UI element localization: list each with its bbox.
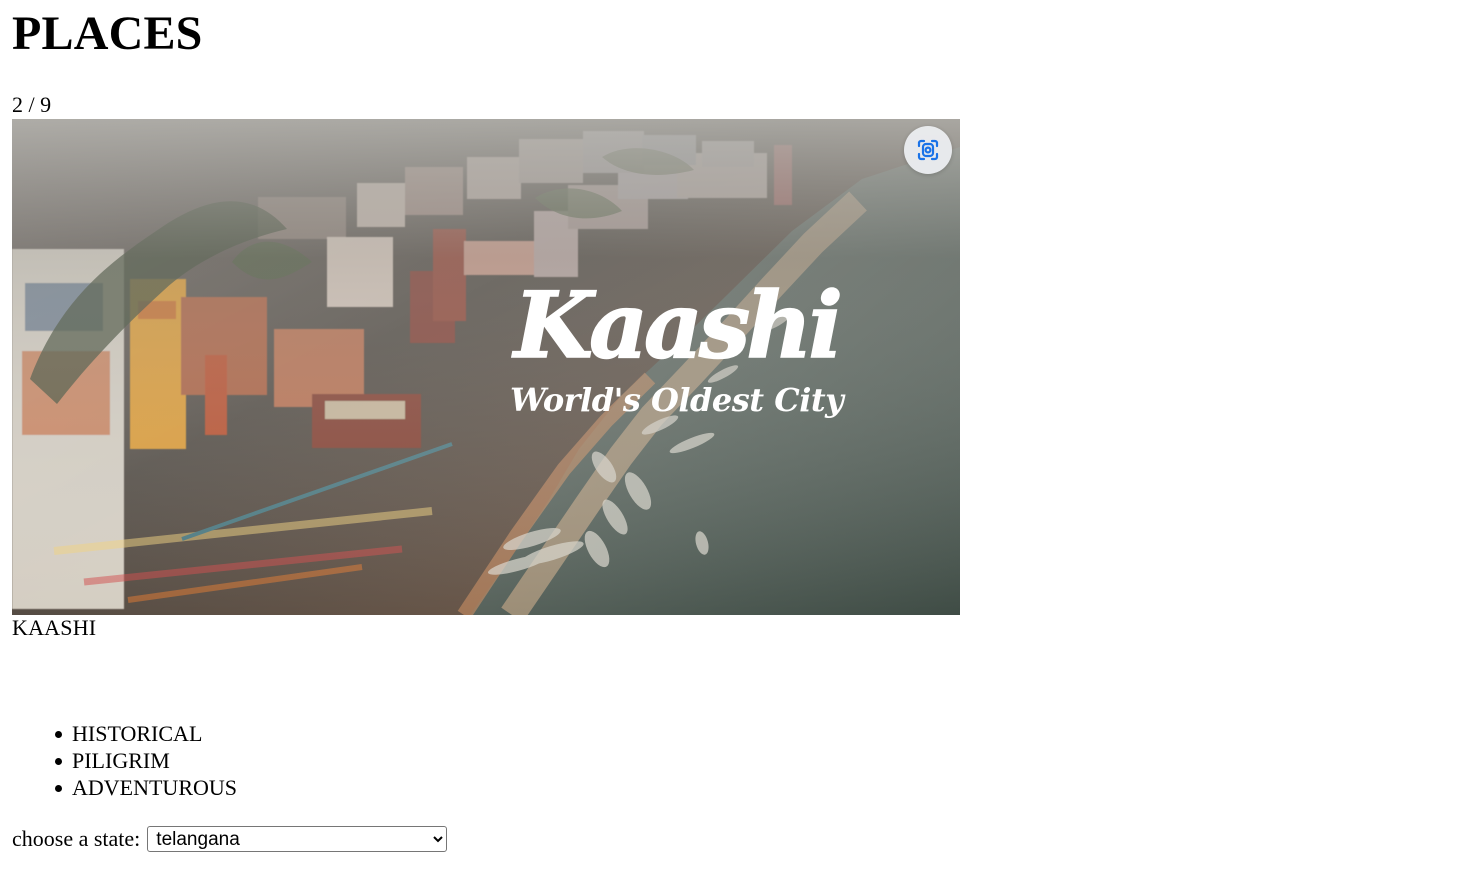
- lens-button[interactable]: [904, 126, 952, 174]
- places-page: PLACES 2 / 9 Kaashi World's Oldest City …: [0, 0, 1464, 890]
- place-image: Kaashi World's Oldest City: [12, 119, 960, 615]
- category-historical: HISTORICAL: [55, 720, 237, 747]
- state-select[interactable]: telangana: [147, 826, 448, 852]
- category-adventurous: ADVENTUROUS: [55, 775, 237, 800]
- place-name: KAASHI: [12, 615, 97, 640]
- state-label: choose a state:: [12, 826, 141, 851]
- state-selector-row: choose a state: telangana: [12, 826, 448, 852]
- kaashi-ghats-photo: Kaashi World's Oldest City: [12, 119, 960, 615]
- page-title: PLACES: [12, 7, 203, 60]
- category-piligrim: PILIGRIM: [55, 747, 237, 774]
- category-list: HISTORICAL PILIGRIM ADVENTUROUS: [55, 720, 237, 801]
- kaashi-logo: Kaashi World's Oldest City: [510, 272, 847, 419]
- lens-search-icon: [917, 139, 939, 161]
- kaashi-logo-title: Kaashi: [511, 273, 839, 379]
- slide-counter: 2 / 9: [12, 92, 52, 117]
- kaashi-logo-subtitle: World's Oldest City: [510, 381, 846, 419]
